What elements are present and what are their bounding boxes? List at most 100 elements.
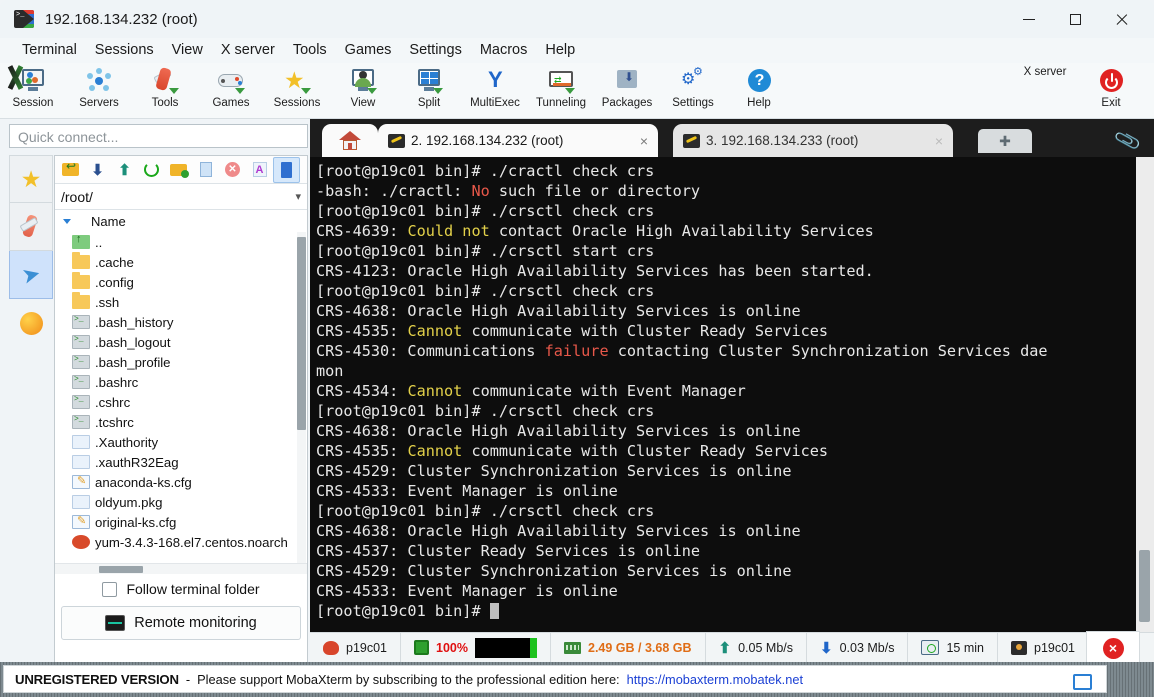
binary-mode-icon[interactable] <box>273 156 300 183</box>
menu-settings[interactable]: Settings <box>400 38 470 63</box>
text-mode-icon[interactable]: A <box>246 157 273 183</box>
new-folder-icon[interactable] <box>165 157 192 183</box>
terminal-text: CRS-4638: Oracle High Availability Servi… <box>316 522 801 541</box>
list-item[interactable]: .ssh <box>55 292 307 312</box>
close-button[interactable] <box>1098 0 1144 38</box>
terminal-text: CRS-4638: Oracle High Availability Servi… <box>316 302 801 321</box>
menu-sessions[interactable]: Sessions <box>86 38 163 63</box>
list-item[interactable]: .Xauthority <box>55 432 307 452</box>
list-item[interactable]: .cache <box>55 252 307 272</box>
terminal-text: CRS-4529: Cluster Synchronization Servic… <box>316 562 792 581</box>
file-browser-column-header[interactable]: Name <box>55 210 307 232</box>
toolbar-servers-button[interactable]: Servers <box>66 66 132 109</box>
toolbar-sessions-button[interactable]: ★ Sessions <box>264 66 330 110</box>
terminal-line: CRS-4533: Event Manager is online <box>316 481 1136 501</box>
new-file-icon[interactable] <box>192 157 219 183</box>
terminal-output[interactable]: [root@p19c01 bin]# ./cractl check crs -ba… <box>310 157 1136 632</box>
status-host[interactable]: p19c01 <box>310 632 402 663</box>
toolbar-tunneling-button[interactable]: ⇄ Tunneling <box>528 66 594 109</box>
terminal-text: CRS-4535: <box>316 442 408 461</box>
menu-games[interactable]: Games <box>336 38 401 63</box>
delete-icon[interactable]: ✕ <box>219 157 246 183</box>
toolbar-split-button[interactable]: Split <box>396 66 462 109</box>
status-download-label: 0.03 Mb/s <box>839 640 895 655</box>
maximize-button[interactable] <box>1052 0 1098 38</box>
status-upload-label: 0.05 Mb/s <box>738 640 793 655</box>
file-list-hscrollbar[interactable] <box>55 563 307 574</box>
toolbar-packages-button[interactable]: ⬇ Packages <box>594 66 660 109</box>
folder-icon <box>72 272 90 289</box>
tab-close-icon[interactable]: × <box>640 133 648 149</box>
toolbar-exit-button[interactable]: Exit <box>1078 66 1144 109</box>
toolbar-multiexec-button[interactable]: Y MultiExec <box>462 66 528 110</box>
download-icon[interactable]: ⬇ <box>84 157 111 183</box>
toolbar-games-button[interactable]: Games <box>198 66 264 109</box>
upload-icon[interactable]: ⬆ <box>111 157 138 183</box>
list-item[interactable]: .bashrc <box>55 372 307 392</box>
toolbar-settings-button[interactable]: ⚙ ⚙ Settings <box>660 66 726 110</box>
menu-help[interactable]: Help <box>536 38 584 63</box>
sidebar-tab-sessions[interactable]: ★ <box>9 155 53 203</box>
paperclip-icon[interactable]: 📎 <box>1113 126 1143 157</box>
tab-close-icon[interactable]: × <box>935 133 943 149</box>
status-cpu[interactable]: 100% <box>401 632 551 663</box>
tab-session-2[interactable]: 2. 192.168.134.232 (root) × <box>378 124 658 157</box>
file-browser-list[interactable]: .. .cache .config .ssh .bash_history .ba… <box>55 232 307 563</box>
remote-monitoring-button[interactable]: Remote monitoring <box>61 606 301 640</box>
file-browser-path-bar[interactable]: /root/ ▾ <box>55 184 307 210</box>
file-list-scrollbar-thumb[interactable] <box>297 237 306 430</box>
menu-view[interactable]: View <box>163 38 212 63</box>
terminal-line: CRS-4638: Oracle High Availability Servi… <box>316 521 1136 541</box>
follow-terminal-folder-checkbox[interactable] <box>102 581 118 597</box>
list-item[interactable]: .xauthR32Eag <box>55 452 307 472</box>
menu-terminal[interactable]: Terminal <box>13 38 86 63</box>
list-item-label: .. <box>95 234 103 250</box>
list-item[interactable]: original-ks.cfg <box>55 512 307 532</box>
menu-x-server[interactable]: X server <box>212 38 284 63</box>
terminal-text: CRS-4530: Communications <box>316 342 545 361</box>
status-memory[interactable]: 2.49 GB / 3.68 GB <box>551 632 706 663</box>
chevron-down-icon[interactable]: ▾ <box>295 190 301 203</box>
list-item[interactable]: yum-3.4.3-168.el7.centos.noarch <box>55 532 307 552</box>
list-item[interactable]: oldyum.pkg <box>55 492 307 512</box>
list-item[interactable]: .. <box>55 232 307 252</box>
terminal-scrollbar-thumb[interactable] <box>1139 550 1150 622</box>
list-item[interactable]: .bash_profile <box>55 352 307 372</box>
toolbar-tools-button[interactable]: Tools <box>132 66 198 109</box>
parent-folder-icon[interactable]: ↩ <box>57 157 84 183</box>
paper-plane-icon: ➤ <box>18 259 43 289</box>
status-upload[interactable]: ⬆ 0.05 Mb/s <box>706 632 807 663</box>
status-cpu-label: 100% <box>436 640 468 655</box>
list-item[interactable]: anaconda-ks.cfg <box>55 472 307 492</box>
refresh-icon[interactable] <box>138 157 165 183</box>
list-item[interactable]: .cshrc <box>55 392 307 412</box>
toolbar-x-server-button[interactable]: X server <box>7 65 1078 90</box>
list-item[interactable]: .bash_logout <box>55 332 307 352</box>
packages-download-icon: ⬇ <box>612 66 642 96</box>
tab-home[interactable] <box>322 124 378 157</box>
sidebar-tab-sftp[interactable]: ➤ <box>9 251 53 299</box>
toolbar-help-button[interactable]: ? Help <box>726 66 792 109</box>
menu-macros[interactable]: Macros <box>471 38 537 63</box>
file-list-hscrollbar-thumb[interactable] <box>99 566 143 573</box>
follow-terminal-folder-row[interactable]: Follow terminal folder <box>55 574 307 604</box>
quick-connect-input[interactable]: Quick connect... <box>9 124 308 148</box>
status-user[interactable]: p19c01 <box>998 633 1088 663</box>
tab-session-3[interactable]: 3. 192.168.134.233 (root) × <box>673 124 953 157</box>
list-item[interactable]: .bash_history <box>55 312 307 332</box>
list-item[interactable]: .config <box>55 272 307 292</box>
sidebar-tab-macros[interactable] <box>9 299 53 347</box>
terminal-line: CRS-4535: Cannot communicate with Cluste… <box>316 441 1136 461</box>
sidebar-tab-tools[interactable] <box>9 203 53 251</box>
list-item[interactable]: .tcshrc <box>55 412 307 432</box>
footer-link[interactable]: https://mobaxterm.mobatek.net <box>627 672 803 687</box>
minimize-button[interactable] <box>1006 0 1052 38</box>
shell-file-icon <box>72 375 90 389</box>
new-tab-button[interactable]: ✚ <box>978 129 1032 153</box>
session-close-button[interactable]: × <box>1086 631 1140 665</box>
toolbar-view-button[interactable]: View <box>330 66 396 109</box>
menu-tools[interactable]: Tools <box>284 38 336 63</box>
status-download[interactable]: ⬇ 0.03 Mb/s <box>807 632 909 663</box>
status-uptime[interactable]: 15 min <box>908 632 998 663</box>
list-item-label: .Xauthority <box>95 434 159 450</box>
